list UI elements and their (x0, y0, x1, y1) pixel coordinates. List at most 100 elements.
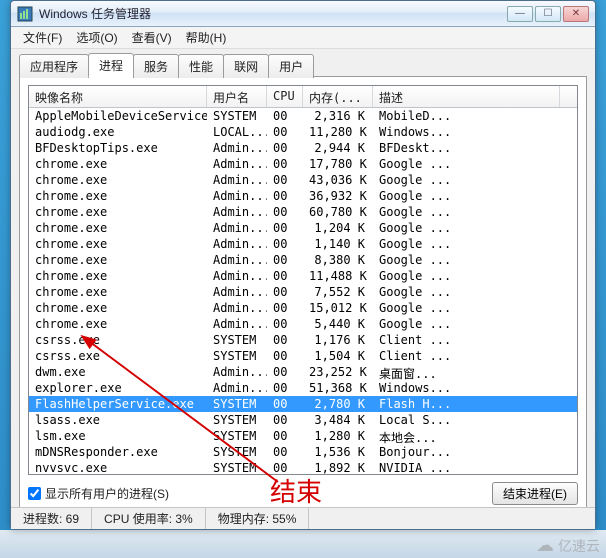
process-cpu: 00 (267, 204, 303, 220)
menubar: 文件(F) 选项(O) 查看(V) 帮助(H) (11, 27, 595, 49)
process-memory: 36,932 K (303, 188, 373, 204)
tab-users[interactable]: 用户 (268, 54, 314, 78)
process-user: Admin... (207, 236, 267, 252)
table-row[interactable]: chrome.exeAdmin...0036,932 KGoogle ... (29, 188, 577, 204)
process-description: MobileD... (373, 108, 577, 124)
show-all-users-label: 显示所有用户的进程(S) (45, 485, 169, 502)
table-row[interactable]: FlashHelperService.exeSYSTEM002,780 KFla… (29, 396, 577, 412)
maximize-button[interactable]: ☐ (535, 6, 561, 22)
menu-help[interactable]: 帮助(H) (180, 27, 233, 48)
process-description: Google ... (373, 188, 577, 204)
process-cpu: 00 (267, 316, 303, 332)
table-row[interactable]: chrome.exeAdmin...008,380 KGoogle ... (29, 252, 577, 268)
process-cpu: 00 (267, 332, 303, 348)
tab-networking[interactable]: 联网 (223, 54, 269, 78)
process-memory: 43,036 K (303, 172, 373, 188)
app-icon (17, 6, 33, 22)
process-user: LOCAL... (207, 124, 267, 140)
table-row[interactable]: chrome.exeAdmin...0015,012 KGoogle ... (29, 300, 577, 316)
table-row[interactable]: chrome.exeAdmin...0017,780 KGoogle ... (29, 156, 577, 172)
show-all-users-checkbox[interactable]: 显示所有用户的进程(S) (28, 485, 169, 502)
process-description: 本地会... (373, 428, 577, 444)
tab-performance[interactable]: 性能 (178, 54, 224, 78)
end-process-button[interactable]: 结束进程(E) (492, 482, 578, 505)
show-all-users-input[interactable] (28, 487, 41, 500)
col-description[interactable]: 描述 (373, 86, 560, 107)
tabstrip: 应用程序 进程 服务 性能 联网 用户 (19, 53, 587, 77)
process-memory: 1,204 K (303, 220, 373, 236)
process-cpu: 00 (267, 284, 303, 300)
table-row[interactable]: csrss.exeSYSTEM001,504 KClient ... (29, 348, 577, 364)
process-description: Client ... (373, 332, 577, 348)
process-memory: 23,252 K (303, 364, 373, 380)
process-user: SYSTEM (207, 428, 267, 444)
process-user: Admin... (207, 172, 267, 188)
menu-options[interactable]: 选项(O) (70, 27, 123, 48)
close-button[interactable]: ✕ (563, 6, 589, 22)
table-row[interactable]: chrome.exeAdmin...005,440 KGoogle ... (29, 316, 577, 332)
table-row[interactable]: csrss.exeSYSTEM001,176 KClient ... (29, 332, 577, 348)
process-cpu: 00 (267, 140, 303, 156)
process-name: audiodg.exe (29, 124, 207, 140)
process-description: Google ... (373, 172, 577, 188)
table-row[interactable]: chrome.exeAdmin...0011,488 KGoogle ... (29, 268, 577, 284)
col-user[interactable]: 用户名 (207, 86, 267, 107)
tab-services[interactable]: 服务 (133, 54, 179, 78)
table-row[interactable]: chrome.exeAdmin...007,552 KGoogle ... (29, 284, 577, 300)
table-row[interactable]: nvvsvc.exeSYSTEM001,892 KNVIDIA ... (29, 460, 577, 474)
table-row[interactable]: chrome.exeAdmin...0043,036 KGoogle ... (29, 172, 577, 188)
processes-panel: 映像名称 用户名 CPU 内存(... 描述 AppleMobileDevice… (19, 76, 587, 521)
table-row[interactable]: chrome.exeAdmin...0060,780 KGoogle ... (29, 204, 577, 220)
process-description: NVIDIA ... (373, 460, 577, 474)
status-physical-memory: 物理内存: 55% (206, 508, 310, 529)
table-row[interactable]: dwm.exeAdmin...0023,252 K桌面窗... (29, 364, 577, 380)
table-row[interactable]: lsm.exeSYSTEM001,280 K本地会... (29, 428, 577, 444)
column-headers: 映像名称 用户名 CPU 内存(... 描述 (29, 86, 577, 108)
process-description: Client ... (373, 348, 577, 364)
process-cpu: 00 (267, 364, 303, 380)
tab-applications[interactable]: 应用程序 (19, 54, 89, 78)
titlebar[interactable]: Windows 任务管理器 — ☐ ✕ (11, 1, 595, 27)
process-user: SYSTEM (207, 412, 267, 428)
process-name: AppleMobileDeviceService.exe (29, 108, 207, 124)
process-user: Admin... (207, 268, 267, 284)
process-cpu: 00 (267, 108, 303, 124)
process-rows[interactable]: AppleMobileDeviceService.exeSYSTEM002,31… (29, 108, 577, 474)
tab-processes[interactable]: 进程 (88, 53, 134, 77)
col-image-name[interactable]: 映像名称 (29, 86, 207, 107)
process-memory: 60,780 K (303, 204, 373, 220)
table-row[interactable]: AppleMobileDeviceService.exeSYSTEM002,31… (29, 108, 577, 124)
process-memory: 2,316 K (303, 108, 373, 124)
table-row[interactable]: mDNSResponder.exeSYSTEM001,536 KBonjour.… (29, 444, 577, 460)
minimize-button[interactable]: — (507, 6, 533, 22)
col-memory[interactable]: 内存(... (303, 86, 373, 107)
process-memory: 1,892 K (303, 460, 373, 474)
process-cpu: 00 (267, 300, 303, 316)
process-name: nvvsvc.exe (29, 460, 207, 474)
process-description: Google ... (373, 156, 577, 172)
process-name: chrome.exe (29, 252, 207, 268)
col-cpu[interactable]: CPU (267, 86, 303, 107)
process-cpu: 00 (267, 460, 303, 474)
table-row[interactable]: chrome.exeAdmin...001,204 KGoogle ... (29, 220, 577, 236)
process-memory: 1,140 K (303, 236, 373, 252)
process-memory: 5,440 K (303, 316, 373, 332)
process-description: Google ... (373, 300, 577, 316)
table-row[interactable]: chrome.exeAdmin...001,140 KGoogle ... (29, 236, 577, 252)
desktop-taskbar (0, 530, 606, 558)
process-name: mDNSResponder.exe (29, 444, 207, 460)
process-cpu: 00 (267, 124, 303, 140)
menu-file[interactable]: 文件(F) (17, 27, 68, 48)
process-memory: 17,780 K (303, 156, 373, 172)
table-row[interactable]: explorer.exeAdmin...0051,368 KWindows... (29, 380, 577, 396)
task-manager-window: Windows 任务管理器 — ☐ ✕ 文件(F) 选项(O) 查看(V) 帮助… (10, 0, 596, 530)
process-user: Admin... (207, 156, 267, 172)
status-cpu-usage: CPU 使用率: 3% (92, 508, 206, 529)
process-memory: 1,536 K (303, 444, 373, 460)
process-description: Google ... (373, 204, 577, 220)
menu-view[interactable]: 查看(V) (126, 27, 178, 48)
process-memory: 1,504 K (303, 348, 373, 364)
table-row[interactable]: BFDesktopTips.exeAdmin...002,944 KBFDesk… (29, 140, 577, 156)
table-row[interactable]: lsass.exeSYSTEM003,484 KLocal S... (29, 412, 577, 428)
table-row[interactable]: audiodg.exeLOCAL...0011,280 KWindows... (29, 124, 577, 140)
